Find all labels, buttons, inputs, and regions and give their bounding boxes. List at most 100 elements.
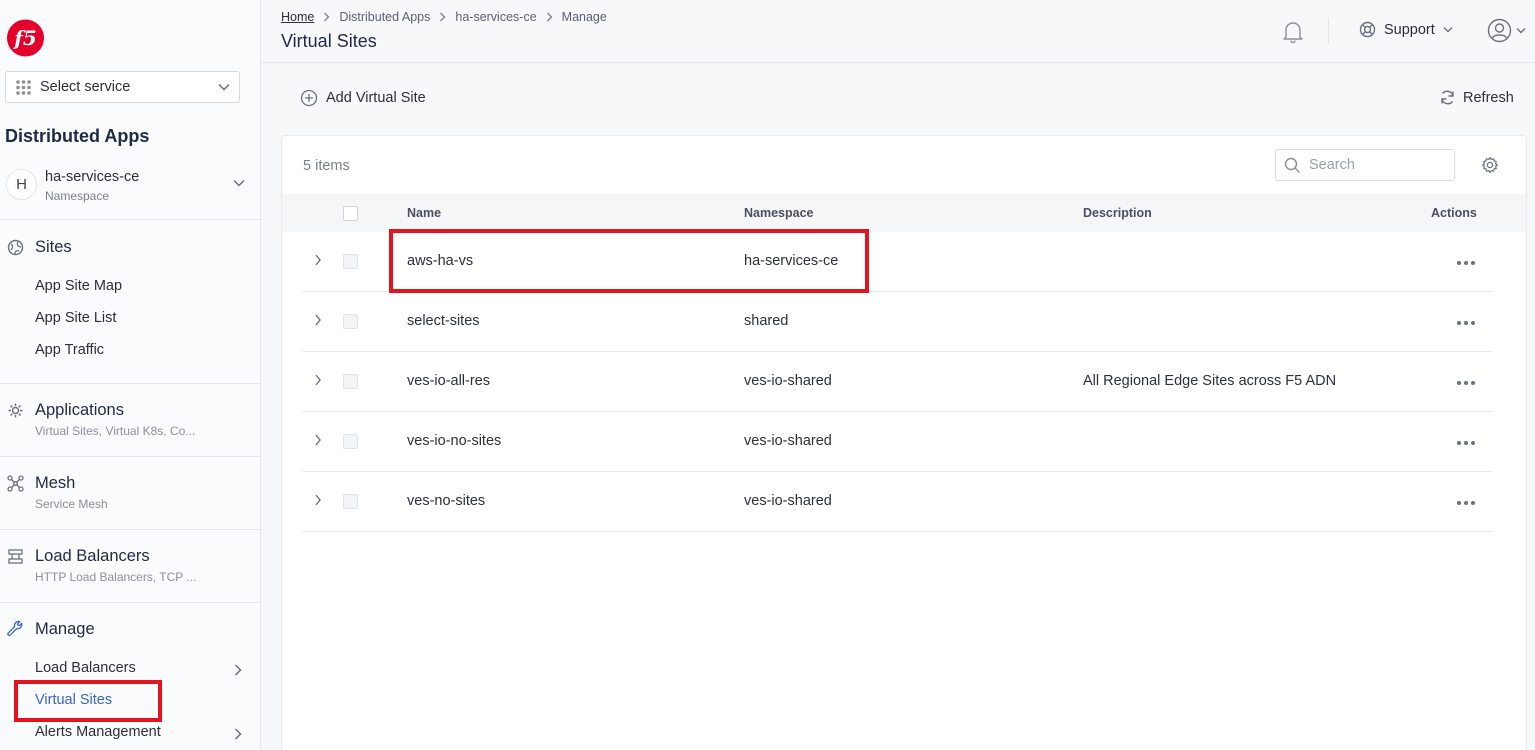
select-all-checkbox[interactable] — [343, 206, 358, 221]
more-icon[interactable] — [1457, 261, 1475, 265]
select-service-label: Select service — [40, 79, 131, 95]
mesh-sub: Service Mesh — [35, 497, 108, 511]
chevron-right-icon[interactable] — [314, 494, 322, 506]
row-checkbox[interactable] — [343, 434, 358, 449]
row-checkbox[interactable] — [343, 254, 358, 269]
globe-icon — [7, 239, 24, 256]
manage-section: Manage Load Balancers Virtual Sites Aler… — [0, 603, 260, 750]
namespace-avatar: H — [6, 169, 37, 200]
load-balancer-icon — [8, 549, 23, 564]
search-icon — [1284, 157, 1300, 173]
row-name[interactable]: ves-io-no-sites — [407, 433, 501, 449]
namespace-name: ha-services-ce — [45, 169, 140, 185]
settings-icon[interactable] — [1481, 156, 1499, 174]
load-balancers-section[interactable]: Load Balancers HTTP Load Balancers, TCP … — [0, 530, 260, 603]
chevron-right-icon — [324, 12, 330, 22]
support-icon — [1359, 21, 1376, 38]
svg-text:f5: f5 — [12, 26, 37, 50]
row-name[interactable]: ves-no-sites — [407, 493, 485, 509]
more-icon[interactable] — [1457, 501, 1475, 505]
row-name[interactable]: select-sites — [407, 313, 480, 329]
row-checkbox[interactable] — [343, 314, 358, 329]
highlight-annotation-first-row — [389, 229, 869, 293]
manage-heading[interactable]: Manage — [35, 620, 95, 639]
column-actions: Actions — [1431, 206, 1477, 220]
chevron-right-icon — [546, 12, 553, 22]
table-row[interactable]: ves-io-all-res ves-io-shared All Regiona… — [302, 352, 1492, 412]
applications-section[interactable]: Applications Virtual Sites, Virtual K8s,… — [0, 384, 260, 457]
row-namespace: ves-io-shared — [744, 493, 832, 509]
f5-logo[interactable]: f5 — [5, 19, 46, 57]
item-count: 5 items — [303, 158, 350, 174]
chevron-down-icon — [1516, 28, 1526, 34]
nav-manage-load-balancers[interactable]: Load Balancers — [35, 660, 136, 676]
virtual-sites-table-panel: 5 items Search Name Namespace Descriptio… — [281, 135, 1527, 750]
row-namespace: ves-io-shared — [744, 433, 832, 449]
applications-sub: Virtual Sites, Virtual K8s, Co... — [35, 424, 196, 438]
plus-circle-icon — [300, 89, 318, 107]
user-menu[interactable] — [1487, 18, 1526, 43]
table-row[interactable]: ves-no-sites ves-io-shared — [302, 472, 1492, 532]
refresh-icon — [1441, 90, 1454, 105]
row-name[interactable]: ves-io-all-res — [407, 373, 490, 389]
header-divider — [1328, 18, 1329, 44]
nav-app-traffic[interactable]: App Traffic — [35, 342, 104, 358]
support-menu[interactable]: Support — [1359, 21, 1453, 38]
mesh-heading: Mesh — [35, 474, 76, 492]
chevron-right-icon — [234, 664, 242, 676]
gear-cluster-icon — [8, 403, 23, 418]
add-virtual-site-button[interactable]: Add Virtual Site — [300, 89, 426, 107]
breadcrumb-home[interactable]: Home — [281, 10, 314, 24]
search-input[interactable]: Search — [1275, 149, 1455, 181]
breadcrumb-distributed-apps[interactable]: Distributed Apps — [339, 10, 430, 24]
breadcrumb: Home Distributed Apps ha-services-ce Man… — [281, 10, 607, 24]
namespace-sublabel: Namespace — [45, 189, 110, 203]
column-description[interactable]: Description — [1083, 206, 1152, 220]
column-name[interactable]: Name — [407, 206, 441, 220]
applications-heading: Applications — [35, 401, 124, 419]
chevron-right-icon[interactable] — [314, 254, 322, 266]
chevron-right-icon — [440, 12, 446, 22]
row-namespace: ves-io-shared — [744, 373, 832, 389]
chevron-down-icon — [218, 83, 230, 91]
chevron-down-icon — [1443, 27, 1453, 33]
add-virtual-site-label: Add Virtual Site — [326, 90, 426, 106]
chevron-right-icon[interactable] — [314, 314, 322, 326]
support-label: Support — [1384, 21, 1435, 38]
user-icon — [1487, 18, 1512, 43]
chevron-right-icon[interactable] — [314, 434, 322, 446]
table-row[interactable]: select-sites shared — [302, 292, 1492, 352]
row-checkbox[interactable] — [343, 494, 358, 509]
select-service-dropdown[interactable]: Select service — [5, 71, 240, 103]
namespace-selector[interactable]: H ha-services-ce Namespace — [0, 160, 260, 220]
chevron-down-icon — [233, 179, 245, 187]
table-row[interactable]: ves-io-no-sites ves-io-shared — [302, 412, 1492, 472]
highlight-annotation-virtual-sites — [14, 680, 162, 722]
more-icon[interactable] — [1457, 321, 1475, 325]
sites-heading[interactable]: Sites — [35, 238, 72, 257]
chevron-right-icon[interactable] — [314, 374, 322, 386]
chevron-right-icon — [234, 728, 242, 740]
nav-app-site-list[interactable]: App Site List — [35, 310, 116, 326]
row-namespace: shared — [744, 313, 789, 329]
top-header: Home Distributed Apps ha-services-ce Man… — [261, 0, 1535, 63]
grid-icon — [16, 79, 31, 95]
row-checkbox[interactable] — [343, 374, 358, 389]
column-namespace[interactable]: Namespace — [744, 206, 814, 220]
load-balancers-heading: Load Balancers — [35, 547, 150, 565]
refresh-label: Refresh — [1463, 89, 1514, 106]
breadcrumb-manage: Manage — [561, 10, 607, 24]
search-placeholder: Search — [1309, 157, 1355, 173]
load-balancers-sub: HTTP Load Balancers, TCP ... — [35, 570, 197, 584]
wrench-icon — [7, 620, 23, 636]
mesh-section[interactable]: Mesh Service Mesh — [0, 457, 260, 530]
nav-app-site-map[interactable]: App Site Map — [35, 278, 122, 294]
sites-section: Sites App Site Map App Site List App Tra… — [0, 221, 260, 384]
bell-icon[interactable] — [1281, 19, 1305, 44]
more-icon[interactable] — [1457, 381, 1475, 385]
refresh-button[interactable]: Refresh — [1439, 89, 1514, 106]
page-title: Virtual Sites — [281, 31, 377, 51]
more-icon[interactable] — [1457, 441, 1475, 445]
breadcrumb-namespace[interactable]: ha-services-ce — [455, 10, 536, 24]
nav-alerts-management[interactable]: Alerts Management — [35, 724, 161, 740]
